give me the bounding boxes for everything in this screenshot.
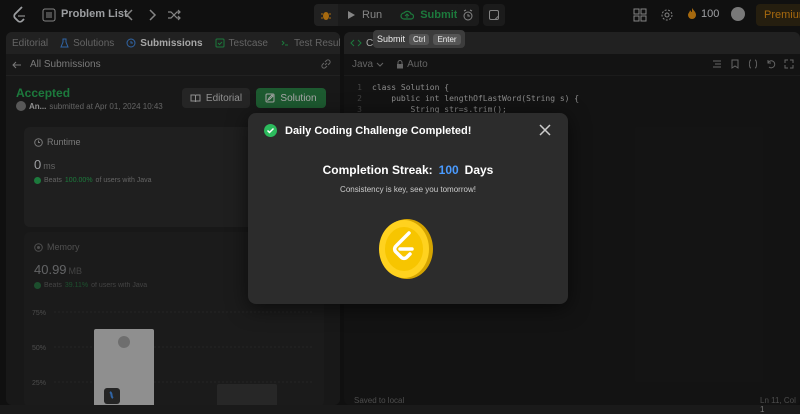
submit-tooltip: Submit Ctrl Enter (373, 30, 465, 48)
tooltip-label: Submit (377, 34, 406, 44)
modal-title: Daily Coding Challenge Completed! (285, 125, 472, 137)
kbd-enter: Enter (433, 33, 461, 45)
leetcode-coin-icon (378, 218, 434, 280)
completion-modal: Daily Coding Challenge Completed! Comple… (248, 113, 568, 304)
kbd-ctrl: Ctrl (409, 33, 430, 45)
check-circle-icon (264, 124, 277, 137)
streak-label: Completion Streak: (322, 163, 433, 177)
modal-subtitle: Consistency is key, see you tomorrow! (340, 185, 476, 194)
streak-line: Completion Streak: 100 Days (248, 163, 568, 177)
streak-unit: Days (464, 163, 494, 177)
streak-value: 100 (438, 163, 459, 177)
close-icon[interactable] (539, 124, 551, 136)
